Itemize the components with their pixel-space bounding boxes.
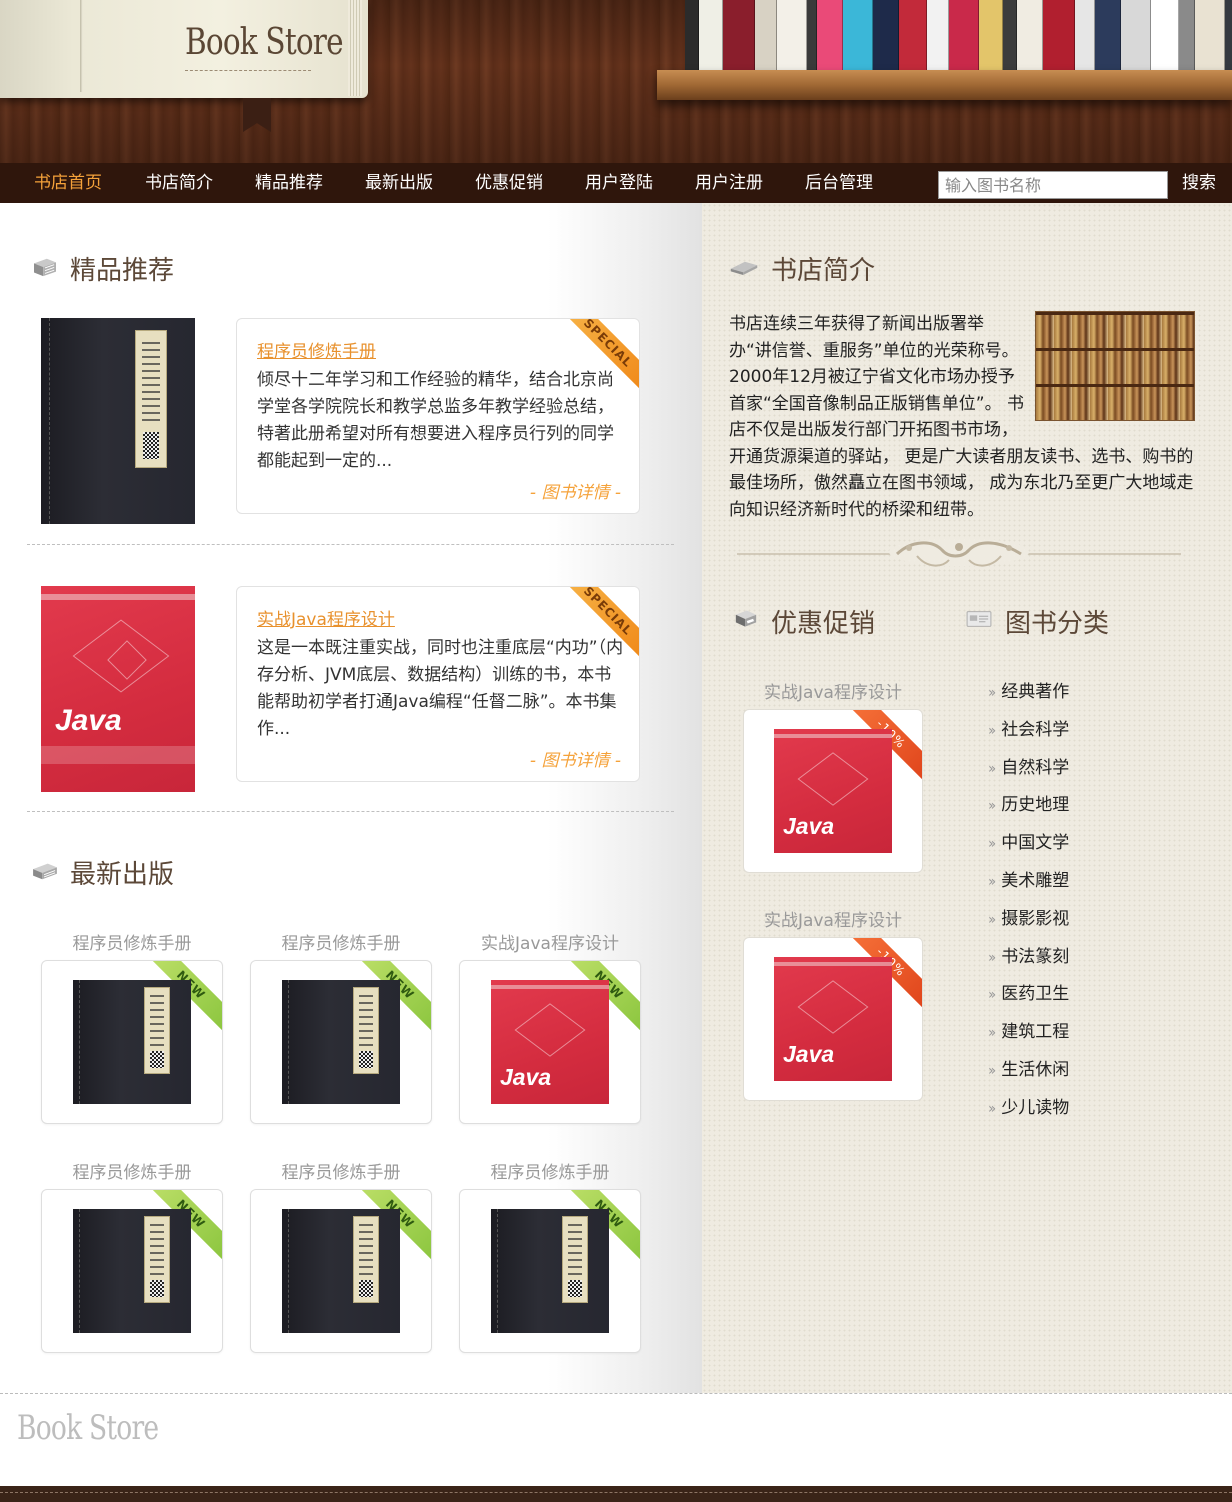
featured-book-card: 实战Java程序设计 这是一本既注重实战，同时也注重底层“内功”（内存分析、JV…: [236, 586, 640, 782]
category-item[interactable]: ›› 自然科学: [988, 753, 1069, 778]
book-cover-image[interactable]: [491, 1209, 609, 1333]
book-cover-image[interactable]: [282, 980, 400, 1104]
book-cover-image[interactable]: Java: [491, 980, 609, 1104]
double-chevron-icon: ››: [988, 798, 996, 815]
category-label: 医药卫生: [1001, 984, 1070, 1005]
double-chevron-icon: ››: [988, 987, 996, 1004]
header-banner: Book Store: [0, 0, 1232, 163]
latest-book-title[interactable]: 程序员修炼手册: [459, 1158, 641, 1183]
section-title-categories: 图书分类: [1005, 609, 1110, 639]
category-item[interactable]: ›› 生活休闲: [988, 1055, 1069, 1080]
section-title-latest: 最新出版: [70, 860, 175, 890]
book-title-link[interactable]: 实战Java程序设计: [257, 605, 395, 630]
book-cover-image[interactable]: Java: [774, 957, 892, 1081]
latest-book-title[interactable]: 程序员修炼手册: [41, 929, 223, 954]
bookmark-ribbon-graphic: [243, 98, 271, 132]
promo-book-title[interactable]: 实战Java程序设计: [743, 678, 923, 703]
category-item[interactable]: ›› 社会科学: [988, 715, 1069, 740]
category-label: 历史地理: [1001, 795, 1070, 816]
nav-item-promotions[interactable]: 优惠促销: [475, 163, 543, 203]
double-chevron-icon: ››: [988, 685, 996, 701]
category-label: 社会科学: [1001, 719, 1070, 740]
category-item[interactable]: ›› 书法篆刻: [988, 942, 1069, 967]
category-label: 摄影影视: [1001, 908, 1070, 929]
logo-underline: [185, 70, 311, 71]
latest-book-title[interactable]: 程序员修炼手册: [250, 929, 432, 954]
nav-item-featured[interactable]: 精品推荐: [255, 163, 323, 203]
book-cover-image[interactable]: Java: [774, 729, 892, 853]
double-chevron-icon: ››: [988, 1025, 996, 1042]
double-chevron-icon: ››: [988, 949, 996, 966]
section-title-promotions: 优惠促销: [771, 609, 876, 639]
category-label: 经典著作: [1001, 682, 1070, 702]
card-icon: [966, 611, 992, 627]
nav-item-about[interactable]: 书店简介: [145, 163, 213, 203]
double-chevron-icon: ››: [988, 722, 996, 739]
tag-stack-icon: [735, 610, 757, 627]
category-item[interactable]: ›› 美术雕塑: [988, 866, 1069, 891]
book-cover-image[interactable]: [73, 1209, 191, 1333]
ornament-divider: [737, 538, 1181, 567]
site-logo[interactable]: Book Store: [185, 22, 344, 63]
category-label: 少儿读物: [1001, 1097, 1070, 1118]
category-item[interactable]: ›› 医药卫生: [988, 979, 1069, 1004]
book-description: 这是一本既注重实战，同时也注重底层“内功”（内存分析、JVM底层、数据结构）训练…: [257, 638, 624, 739]
book-cover-image[interactable]: [41, 318, 195, 524]
nav-item-home[interactable]: 书店首页: [34, 163, 102, 203]
book-cover-image[interactable]: [73, 980, 191, 1104]
double-chevron-icon: ››: [988, 911, 996, 928]
footer-logo: Book Store: [17, 1408, 159, 1448]
promo-book-title[interactable]: 实战Java程序设计: [743, 906, 923, 931]
double-chevron-icon: ››: [988, 874, 996, 890]
bookshelf-photo: [1035, 311, 1195, 421]
book-detail-link[interactable]: - 图书详情 -: [530, 746, 621, 771]
double-chevron-icon: ››: [988, 836, 996, 853]
double-chevron-icon: ››: [988, 1063, 996, 1079]
category-item[interactable]: ›› 建筑工程: [988, 1017, 1069, 1042]
nav-item-login[interactable]: 用户登陆: [585, 163, 653, 203]
footer-bar: [0, 1486, 1232, 1502]
featured-book-card: 程序员修炼手册 倾尽十二年学习和工作经验的精华，结合北京尚学堂各学院院长和教学总…: [236, 318, 640, 514]
nav-item-admin[interactable]: 后台管理: [805, 163, 873, 203]
book-spines: [685, 0, 1232, 70]
book-title-link[interactable]: 程序员修炼手册: [257, 337, 376, 362]
category-item[interactable]: ›› 少儿读物: [988, 1093, 1069, 1118]
footer-divider: [0, 1393, 1232, 1394]
category-label: 美术雕塑: [1001, 871, 1070, 891]
nav-item-latest[interactable]: 最新出版: [365, 163, 433, 203]
search-input[interactable]: [938, 171, 1168, 199]
search-button[interactable]: 搜索: [1182, 163, 1216, 203]
section-divider: [27, 544, 674, 545]
category-item[interactable]: ›› 中国文学: [988, 828, 1069, 853]
double-chevron-icon: ››: [988, 760, 996, 777]
category-item[interactable]: ›› 历史地理: [988, 790, 1069, 815]
category-label: 建筑工程: [1001, 1022, 1070, 1043]
book-description: 倾尽十二年学习和工作经验的精华，结合北京尚学堂各学院院长和教学总监多年教学经验总…: [257, 370, 614, 471]
latest-book-title[interactable]: 实战Java程序设计: [459, 929, 641, 954]
about-text-block: 书店连续三年获得了新闻出版署举办“讲信誉、重服务”单位的光荣称号。2000年12…: [729, 311, 1195, 523]
book-detail-link[interactable]: - 图书详情 -: [530, 478, 621, 503]
section-title-featured: 精品推荐: [70, 256, 175, 286]
category-item[interactable]: ›› 摄影影视: [988, 904, 1069, 929]
category-label: 书法篆刻: [1001, 946, 1070, 967]
bookshelf-graphic: [657, 0, 1232, 100]
shelf-board: [657, 70, 1232, 100]
double-chevron-icon: ››: [988, 1100, 996, 1117]
category-label: 自然科学: [1001, 757, 1070, 778]
section-title-about: 书店简介: [771, 256, 876, 286]
category-label: 中国文学: [1001, 833, 1070, 854]
books-stack-icon: [33, 863, 57, 880]
book-icon: [730, 261, 758, 275]
book-cover-image[interactable]: Java: [41, 586, 195, 792]
latest-book-title[interactable]: 程序员修炼手册: [250, 1158, 432, 1183]
latest-book-title[interactable]: 程序员修炼手册: [41, 1158, 223, 1183]
category-item[interactable]: ›› 经典著作: [988, 677, 1069, 702]
category-label: 生活休闲: [1001, 1060, 1070, 1080]
section-divider: [27, 811, 674, 812]
nav-item-register[interactable]: 用户注册: [695, 163, 763, 203]
books-stack-icon: [34, 258, 56, 277]
book-cover-image[interactable]: [282, 1209, 400, 1333]
